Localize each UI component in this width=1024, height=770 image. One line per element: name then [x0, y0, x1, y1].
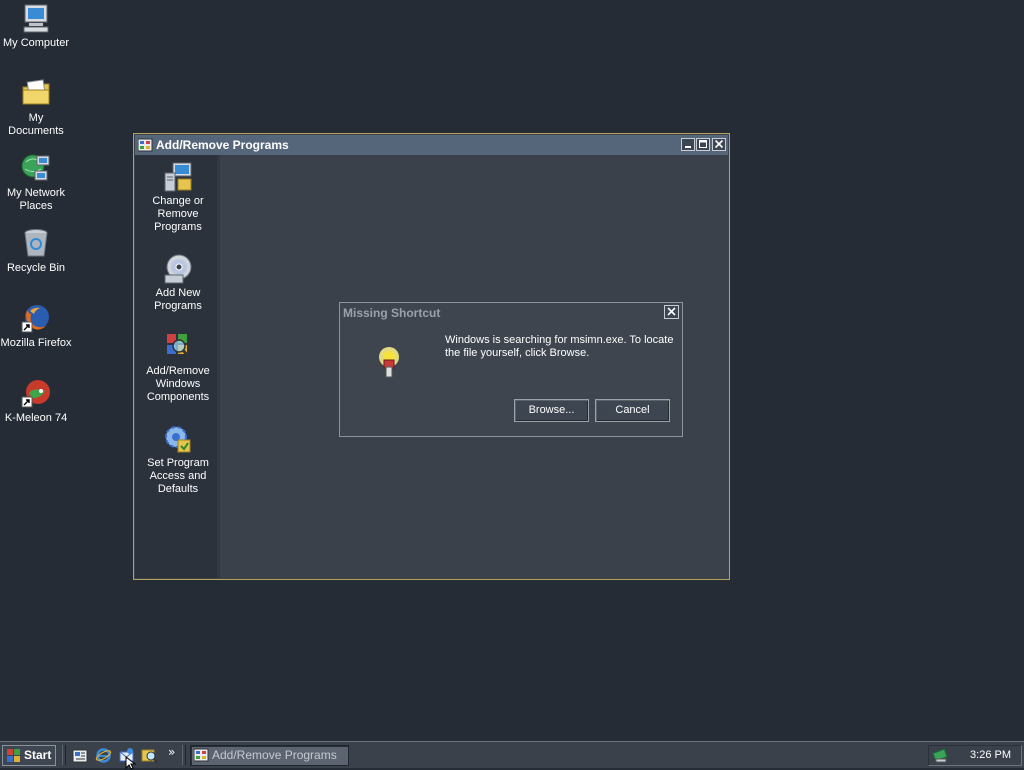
flashlight-icon [379, 347, 399, 378]
close-icon [714, 139, 724, 149]
maximize-icon [699, 140, 707, 148]
desktop-icon-recycle-bin[interactable]: Recycle Bin [0, 227, 72, 275]
window-title: Add/Remove Programs [156, 138, 289, 152]
add-new-programs-icon [164, 254, 192, 284]
quick-launch-overflow-button[interactable]: » [168, 745, 175, 759]
dialog-title: Missing Shortcut [343, 306, 441, 320]
windows-components-icon [167, 334, 192, 360]
sidebar-item-label: Set Program Access and Defaults [147, 457, 209, 495]
taskbar-button-label: Add/Remove Programs [212, 748, 337, 762]
desktop-icon-label: Mozilla Firefox [0, 337, 72, 349]
taskbar: Start » Add/Remove Programs 3:26 PM [0, 741, 1024, 768]
close-icon [667, 307, 676, 316]
missing-shortcut-dialog: Missing Shortcut Windows is searching fo… [339, 302, 683, 437]
taskbar-separator [62, 745, 66, 765]
start-button[interactable]: Start [2, 745, 56, 766]
desktop-icon-my-network-places[interactable]: My Network Places [0, 152, 72, 213]
sidebar-item-add-new-programs[interactable]: Add New Programs [135, 253, 221, 313]
desktop-icon-label: My Documents [8, 112, 64, 137]
show-desktop-icon[interactable] [72, 747, 89, 764]
sidebar-item-program-access-defaults[interactable]: Set Program Access and Defaults [135, 423, 221, 496]
desktop-icon-label: K-Meleon 74 [4, 412, 68, 424]
desktop-icon-label: Recycle Bin [6, 262, 66, 274]
sidebar-item-windows-components[interactable]: Add/Remove Windows Components [135, 331, 221, 404]
desktop-icon-my-documents[interactable]: My Documents [0, 77, 72, 138]
dialog-titlebar[interactable]: Missing Shortcut [341, 304, 681, 323]
sidebar-item-label: Add/Remove Windows Components [146, 365, 210, 403]
dialog-close-button[interactable] [664, 305, 679, 319]
network-icon [21, 154, 50, 181]
folder-documents-icon [22, 79, 50, 105]
desktop-icon-mozilla-firefox[interactable]: Mozilla Firefox [0, 302, 72, 350]
start-label: Start [24, 748, 52, 762]
task-sidebar: Change or Remove Programs Add New Progra… [135, 155, 220, 578]
minimize-button[interactable] [681, 138, 695, 151]
system-tray: 3:26 PM [928, 745, 1022, 766]
firefox-icon [21, 305, 49, 333]
desktop-icon-my-computer[interactable]: My Computer [0, 2, 72, 50]
recycle-bin-icon [24, 229, 48, 257]
kmeleon-icon [21, 380, 50, 408]
window-titlebar[interactable]: Add/Remove Programs [135, 135, 728, 155]
search-icon[interactable] [141, 747, 158, 764]
close-button[interactable] [712, 138, 726, 151]
change-remove-programs-icon [164, 162, 192, 192]
dialog-message: Windows is searching for msimn.exe. To l… [445, 334, 674, 359]
clock[interactable]: 3:26 PM [970, 746, 1011, 765]
windows-logo-icon [7, 749, 20, 762]
maximize-button[interactable] [696, 138, 710, 151]
sidebar-item-label: Add New Programs [154, 287, 202, 312]
computer-icon [23, 4, 49, 33]
browse-button[interactable]: Browse... [514, 399, 589, 422]
program-access-defaults-icon [165, 426, 191, 453]
taskbar-separator [182, 745, 186, 765]
taskbar-button-add-remove-programs[interactable]: Add/Remove Programs [190, 745, 349, 766]
add-remove-programs-icon [138, 138, 153, 152]
safely-remove-hardware-icon[interactable] [932, 747, 949, 764]
sidebar-item-change-remove-programs[interactable]: Change or Remove Programs [135, 161, 221, 234]
minimize-icon [685, 146, 691, 148]
add-remove-programs-icon [194, 748, 209, 762]
desktop-icon-k-meleon[interactable]: K-Meleon 74 [0, 377, 72, 425]
desktop-icon-label: My Network Places [6, 187, 66, 212]
desktop-icon-label: My Computer [2, 37, 70, 49]
sidebar-item-label: Change or Remove Programs [152, 195, 204, 233]
internet-explorer-icon[interactable] [95, 747, 112, 764]
cancel-button[interactable]: Cancel [595, 399, 670, 422]
